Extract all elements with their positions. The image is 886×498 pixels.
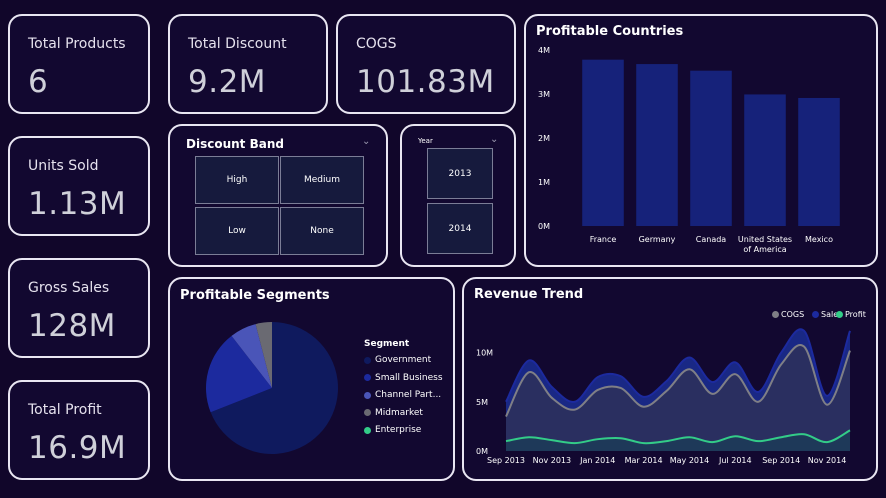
y-tick-label: 10M	[476, 349, 493, 358]
kpi-label: Total Profit	[28, 402, 102, 418]
pie-legend-item[interactable]: Small Business	[364, 373, 443, 383]
legend-marker	[364, 409, 371, 416]
area-legend-item[interactable]: COGS	[772, 310, 804, 319]
year-option-2013[interactable]: 2013	[427, 148, 493, 199]
slicer-title: Year	[418, 137, 433, 145]
legend-label: Channel Part...	[375, 390, 442, 400]
legend-marker	[772, 311, 779, 318]
kpi-label: Total Discount	[188, 36, 287, 52]
x-tick-label: Canada	[696, 235, 727, 244]
bar[interactable]	[582, 59, 624, 227]
discount-band-option-low[interactable]: Low	[195, 207, 279, 255]
kpi-value: 9.2M	[188, 64, 267, 100]
bar[interactable]	[744, 94, 786, 226]
slicer-title: Discount Band	[186, 137, 284, 151]
kpi-card-cogs: COGS 101.83M	[336, 14, 516, 114]
chevron-down-icon[interactable]: ⌄	[362, 136, 370, 147]
x-tick-label: Jul 2014	[718, 456, 752, 465]
kpi-value: 1.13M	[28, 186, 127, 222]
legend-label: COGS	[781, 310, 805, 319]
kpi-label: Gross Sales	[28, 280, 110, 296]
x-tick-label: Sep 2013	[487, 456, 525, 465]
profitable-countries-bar-chart: 0M 1M 2M 3M 4M France Germany Canada United Stat…	[538, 46, 840, 254]
discount-band-slicer: Discount Band ⌄ High Medium Low None	[168, 124, 388, 267]
x-tick-label: Nov 2013	[533, 456, 572, 465]
profitable-countries-card: Profitable Countries 0M 1M 2M 3M 4M France Ger…	[524, 14, 878, 267]
legend-marker	[836, 311, 843, 318]
kpi-label: Units Sold	[28, 158, 99, 174]
bar[interactable]	[690, 70, 732, 227]
chevron-down-icon[interactable]: ⌄	[490, 134, 498, 145]
x-tick-label: Sep 2014	[762, 456, 800, 465]
revenue-trend-card: Revenue Trend COGS Sales Profit 0M 5M 10M Sep…	[462, 277, 878, 481]
bar[interactable]	[636, 64, 678, 226]
kpi-value: 101.83M	[356, 64, 495, 100]
year-option-2014[interactable]: 2014	[427, 203, 493, 254]
x-tick-label: Jan 2014	[579, 456, 615, 465]
legend-label: Profit	[845, 310, 866, 319]
kpi-card-gross-sales: Gross Sales 128M	[8, 258, 150, 358]
y-tick-label: 5M	[476, 398, 488, 407]
x-tick-label: Nov 2014	[808, 456, 847, 465]
x-tick-label: Germany	[639, 235, 676, 244]
bar[interactable]	[798, 97, 840, 227]
kpi-value: 16.9M	[28, 430, 127, 466]
area-legend-item[interactable]: Profit	[836, 310, 866, 319]
legend-marker	[364, 374, 371, 381]
x-tick-label: France	[590, 235, 617, 244]
legend-marker	[364, 356, 371, 364]
discount-band-option-high[interactable]: High	[195, 156, 279, 204]
y-tick-label: 4M	[538, 46, 550, 55]
y-tick-label: 0M	[476, 447, 488, 456]
pie-legend-item[interactable]: Midmarket	[364, 408, 423, 418]
revenue-trend-area-chart: 0M 5M 10M Sep 2013 Nov 2013 Jan 2014 Mar 2014 M…	[476, 328, 851, 465]
profitable-segments-card: Profitable Segments Segment Government Sm…	[168, 277, 455, 481]
kpi-value: 128M	[28, 308, 116, 344]
x-tick-label: May 2014	[670, 456, 709, 465]
pie-legend-item[interactable]: Channel Part...	[364, 390, 441, 400]
y-tick-label: 1M	[538, 178, 550, 187]
pie-legend-item[interactable]: Enterprise	[364, 425, 421, 435]
kpi-card-total-discount: Total Discount 9.2M	[168, 14, 328, 114]
y-tick-label: 3M	[538, 90, 550, 99]
pie-legend-title: Segment	[364, 339, 410, 349]
legend-label: Small Business	[375, 372, 443, 383]
x-tick-label: United States	[738, 235, 792, 244]
kpi-card-units-sold: Units Sold 1.13M	[8, 136, 150, 236]
year-slicer: Year ⌄ 2013 2014	[400, 124, 516, 267]
kpi-value: 6	[28, 64, 49, 100]
y-tick-label: 0M	[538, 222, 550, 231]
legend-marker	[364, 391, 371, 399]
x-tick-label: of America	[743, 245, 786, 254]
legend-label: Enterprise	[375, 425, 422, 435]
discount-band-option-medium[interactable]: Medium	[280, 156, 364, 204]
legend-label: Midmarket	[375, 407, 423, 418]
legend-marker	[364, 426, 371, 434]
kpi-label: Total Products	[28, 36, 126, 52]
pie-legend-item[interactable]: Government	[364, 355, 431, 365]
kpi-label: COGS	[356, 36, 397, 52]
x-tick-label: Mexico	[805, 235, 833, 244]
legend-marker	[812, 311, 819, 318]
kpi-card-total-profit: Total Profit 16.9M	[8, 380, 150, 480]
legend-label: Government	[375, 355, 432, 365]
x-tick-label: Mar 2014	[625, 456, 663, 465]
kpi-card-total-products: Total Products 6	[8, 14, 150, 114]
discount-band-option-none[interactable]: None	[280, 207, 364, 255]
y-tick-label: 2M	[538, 134, 550, 143]
